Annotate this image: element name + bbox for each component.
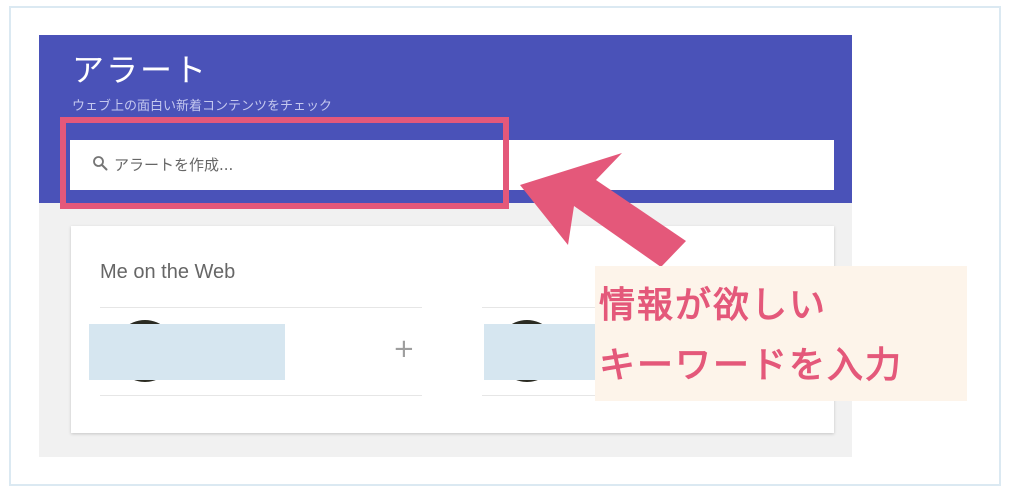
annotation-callout: 情報が欲しい キーワードを入力 [595, 266, 967, 401]
highlight-box [60, 117, 509, 209]
annotation-line-1: 情報が欲しい [599, 285, 828, 326]
page-subtitle: ウェブ上の面白い新着コンテンツをチェック [72, 99, 333, 114]
arrow-icon [520, 153, 686, 267]
plus-icon[interactable]: + [393, 334, 415, 364]
page-title: アラート [72, 51, 209, 89]
redaction-mask [89, 324, 285, 380]
annotation-line-2: キーワードを入力 [599, 345, 904, 386]
suggestion-row[interactable]: + [89, 307, 422, 396]
card-title: Me on the Web [100, 261, 236, 283]
redaction-mask [484, 324, 597, 380]
